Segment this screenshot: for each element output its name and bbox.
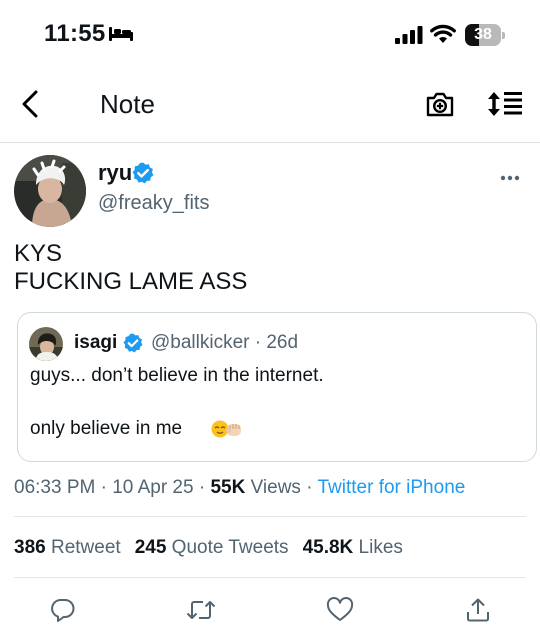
- share-icon[interactable]: [465, 597, 491, 628]
- quotes-count: 245: [134, 537, 167, 558]
- quoted-text-line-1: guys... don’t believe in the internet.: [30, 365, 324, 386]
- divider: [14, 577, 526, 578]
- quoted-verified-badge-icon: [123, 333, 143, 358]
- retweets-label: Retweet: [50, 537, 121, 558]
- engagement-stats: 386 Retweet 245 Quote Tweets 45.8K Likes: [14, 537, 403, 559]
- views-label: Views: [250, 477, 301, 498]
- quoted-avatar: [29, 327, 63, 361]
- source-link[interactable]: Twitter for iPhone: [317, 477, 465, 498]
- quotes-stat[interactable]: 245 Quote Tweets: [135, 537, 289, 558]
- like-icon[interactable]: [326, 597, 354, 628]
- signal-icon: [395, 26, 423, 49]
- quotes-label: Quote Tweets: [171, 537, 289, 558]
- raised-fist-emoji: [224, 419, 244, 444]
- avatar[interactable]: [14, 155, 86, 227]
- tweet-text-line-2: FUCKING LAME ASS: [14, 268, 248, 295]
- page-title: Note: [100, 89, 155, 119]
- more-icon[interactable]: [500, 168, 520, 186]
- status-time: 11:55: [44, 20, 106, 47]
- likes-count: 45.8K: [302, 537, 354, 558]
- views-count: 55K: [210, 477, 246, 498]
- divider: [14, 516, 526, 517]
- camera-add-icon[interactable]: [425, 90, 455, 123]
- back-chevron-icon[interactable]: [20, 90, 40, 123]
- verified-badge-icon: [132, 162, 154, 189]
- likes-label: Likes: [358, 537, 403, 558]
- sort-icon[interactable]: [488, 91, 524, 122]
- reply-icon[interactable]: [50, 597, 76, 628]
- status-bar: 11:55 38: [0, 0, 540, 70]
- user-handle[interactable]: @freaky_fits: [98, 192, 209, 215]
- quoted-display-name: isagi: [74, 332, 118, 353]
- quoted-handle-time: @ballkicker · 26d: [151, 332, 299, 353]
- retweets-count: 386: [14, 537, 46, 558]
- retweet-icon[interactable]: [186, 597, 216, 628]
- quoted-tweet[interactable]: isagi @ballkicker · 26d guys... don’t be…: [17, 312, 537, 462]
- battery-icon: 38: [465, 24, 505, 46]
- tweet-meta: 06:33 PM · 10 Apr 25 · 55K Views · Twitt…: [14, 477, 466, 498]
- wifi-icon: [430, 24, 456, 49]
- tweet-time: 06:33 PM: [14, 477, 96, 498]
- nav-bar: Note: [0, 78, 540, 130]
- likes-stat[interactable]: 45.8K Likes: [303, 537, 403, 558]
- tweet-date: 10 Apr 25: [112, 477, 194, 498]
- tweet-text-line-1: KYS: [14, 240, 63, 267]
- retweets-stat[interactable]: 386 Retweet: [14, 537, 121, 558]
- bed-icon: [108, 26, 134, 47]
- display-name[interactable]: ryu: [98, 160, 132, 186]
- battery-level: 38: [474, 26, 492, 43]
- nav-divider: [0, 142, 540, 143]
- quoted-text-line-2: only believe in me: [30, 418, 183, 439]
